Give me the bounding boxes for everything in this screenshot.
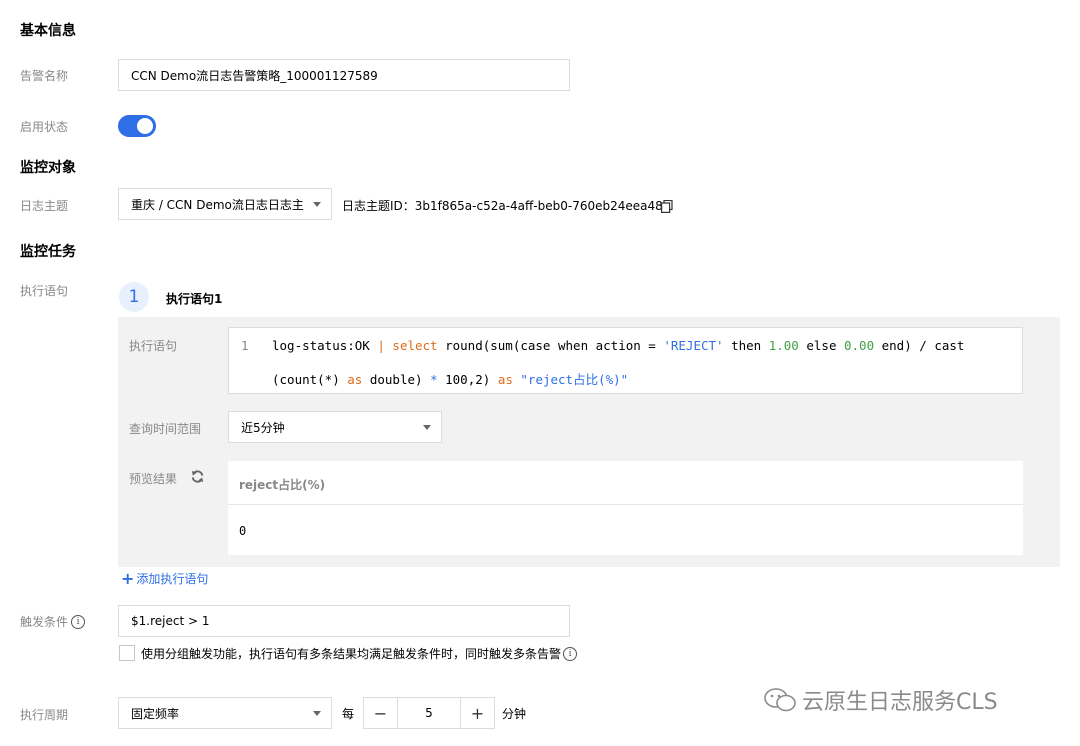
alarm-name-input[interactable]: CCN Demo流日志告警策略_100001127589 [118, 59, 570, 91]
code-token: 1.00 [768, 338, 799, 353]
interval-stepper[interactable]: − 5 + [363, 697, 495, 729]
step-number-badge: 1 [119, 282, 149, 312]
section-title-basic: 基本信息 [20, 23, 76, 39]
group-trigger-text: 使用分组触发功能，执行语句有多条结果均满足触发条件时，同时触发多条告警 [141, 647, 562, 661]
time-range-select[interactable]: 近5分钟 [228, 411, 442, 443]
period-label: 执行周期 [20, 708, 69, 722]
topic-label: 日志主题 [20, 199, 69, 213]
statement-label: 执行语句 [20, 284, 69, 298]
wechat-icon [764, 688, 796, 712]
status-label: 启用状态 [20, 120, 69, 134]
trigger-label-group: 触发条件 i [20, 613, 86, 630]
code-token: "reject占比(%)" [520, 372, 629, 387]
code-token: | [377, 338, 393, 353]
table-divider [228, 504, 1023, 505]
unit-text: 分钟 [502, 707, 527, 721]
period-mode-select[interactable]: 固定频率 [118, 697, 332, 729]
plus-icon: + [121, 569, 135, 588]
add-statement-text: 添加执行语句 [136, 572, 209, 586]
interval-value[interactable]: 5 [397, 698, 461, 728]
code-token: double) [362, 372, 431, 387]
chevron-down-icon [423, 425, 431, 430]
refresh-icon[interactable] [190, 469, 205, 488]
add-statement-link[interactable]: + 添加执行语句 [121, 569, 208, 588]
code-token: then [723, 338, 769, 353]
code-token: log-status:OK [272, 338, 378, 353]
alarm-name-label: 告警名称 [20, 69, 69, 83]
topic-select-value: 重庆 / CCN Demo流日志日志主 [131, 197, 304, 212]
increment-button[interactable]: + [461, 698, 494, 728]
code-token: end) / cast [874, 338, 965, 353]
time-range-value: 近5分钟 [241, 420, 285, 435]
step-title: 执行语句1 [166, 292, 223, 306]
code-token: round(sum(case when action = [437, 338, 664, 353]
trigger-condition-input[interactable]: $1.reject > 1 [118, 605, 570, 637]
watermark: 云原生日志服务CLS [762, 684, 998, 716]
query-editor[interactable]: 1 log-status:OK | select round(sum(case … [228, 327, 1023, 394]
time-range-label: 查询时间范围 [129, 422, 202, 436]
watermark-text: 云原生日志服务CLS [802, 690, 998, 715]
chevron-down-icon [313, 711, 321, 716]
code-token: 0.00 [844, 338, 875, 353]
preview-label: 预览结果 [129, 472, 178, 486]
group-trigger-checkbox[interactable] [119, 645, 135, 661]
decrement-button[interactable]: − [364, 698, 397, 728]
chevron-down-icon [313, 202, 321, 207]
topic-id-text: 日志主题ID：3b1f865a-c52a-4aff-beb0-760eb24ee… [342, 199, 663, 213]
code-token: else [798, 338, 844, 353]
trigger-condition-value: $1.reject > 1 [131, 614, 210, 628]
info-icon[interactable]: i [71, 614, 86, 629]
status-toggle[interactable] [118, 115, 156, 137]
code-token: * [430, 372, 438, 387]
preview-result-table: reject占比(%) 0 [228, 461, 1023, 555]
period-mode-value: 固定频率 [131, 706, 180, 721]
section-title-monitor-task: 监控任务 [20, 244, 76, 260]
result-cell: 0 [239, 524, 247, 538]
toggle-knob [137, 118, 153, 134]
trigger-label: 触发条件 [20, 615, 69, 629]
code-token: (count(*) [272, 372, 348, 387]
code-line-2: (count(*) as double) * 100,2) as "reject… [272, 369, 628, 388]
info-icon[interactable]: i [563, 646, 578, 661]
code-token: as [497, 372, 513, 387]
code-token: select [392, 338, 438, 353]
every-text: 每 [342, 707, 355, 721]
code-token: 100,2) [437, 372, 498, 387]
result-column-header: reject占比(%) [239, 478, 326, 492]
topic-select[interactable]: 重庆 / CCN Demo流日志日志主 [118, 188, 332, 220]
copy-icon[interactable] [661, 198, 673, 217]
group-trigger-text-group: 使用分组触发功能，执行语句有多条结果均满足触发条件时，同时触发多条告警 i [141, 645, 578, 662]
inner-statement-label: 执行语句 [129, 339, 178, 353]
code-token: as [347, 372, 363, 387]
code-token: 'REJECT' [663, 338, 724, 353]
section-title-monitor-object: 监控对象 [20, 160, 76, 176]
code-line-1: log-status:OK | select round(sum(case wh… [272, 338, 964, 353]
alarm-name-value: CCN Demo流日志告警策略_100001127589 [131, 68, 378, 83]
line-number: 1 [241, 338, 249, 353]
